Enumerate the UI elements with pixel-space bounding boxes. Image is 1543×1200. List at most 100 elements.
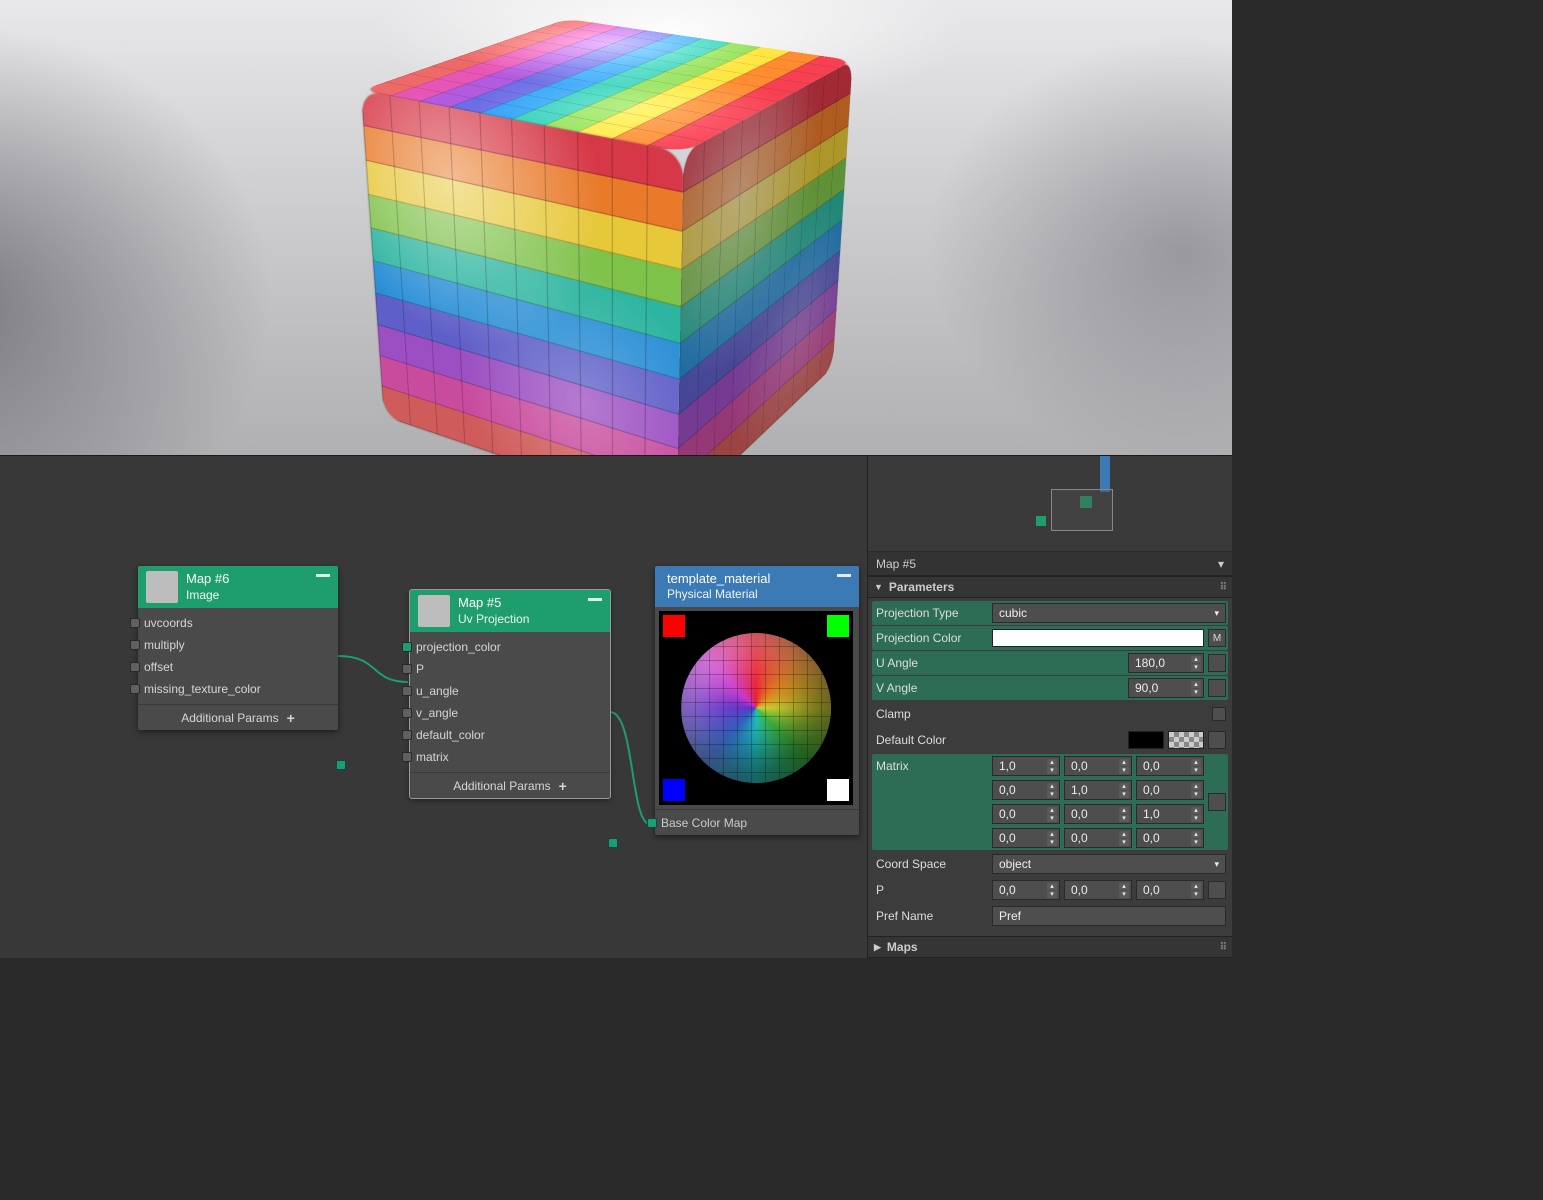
arrow-up-icon[interactable]: ▴ bbox=[1191, 831, 1201, 838]
arrow-down-icon[interactable]: ▾ bbox=[1191, 891, 1201, 898]
material-slot-row[interactable]: Base Color Map bbox=[655, 809, 859, 835]
arrow-up-icon[interactable]: ▴ bbox=[1047, 883, 1057, 890]
map-slot-button[interactable] bbox=[1208, 654, 1226, 672]
node-header[interactable]: Map #6 Image bbox=[138, 566, 338, 608]
param-label: Pref Name bbox=[874, 909, 992, 923]
matrix-spinner[interactable]: 1,0▴▾ bbox=[1064, 780, 1132, 800]
output-socket[interactable] bbox=[608, 838, 618, 848]
p-spinner[interactable]: 0,0▴▾ bbox=[1136, 880, 1204, 900]
input-socket[interactable] bbox=[130, 640, 140, 650]
input-socket[interactable] bbox=[402, 730, 412, 740]
arrow-down-icon[interactable]: ▾ bbox=[1119, 791, 1129, 798]
map-slot-button[interactable] bbox=[1208, 679, 1226, 697]
projection-type-dropdown[interactable]: cubic ▾ bbox=[992, 603, 1226, 623]
output-socket[interactable] bbox=[336, 760, 346, 770]
projection-color-swatch[interactable] bbox=[992, 629, 1204, 647]
input-socket[interactable] bbox=[647, 818, 657, 828]
u-angle-spinner[interactable]: 180,0▴▾ bbox=[1128, 653, 1204, 673]
arrow-up-icon[interactable]: ▴ bbox=[1047, 831, 1057, 838]
node-material[interactable]: template_material Physical Material Base… bbox=[655, 566, 859, 835]
param-label: u_angle bbox=[416, 684, 459, 698]
arrow-down-icon[interactable]: ▾ bbox=[1047, 839, 1057, 846]
pref-name-input[interactable]: Pref bbox=[992, 906, 1226, 926]
collapse-icon[interactable] bbox=[316, 574, 330, 577]
arrow-down-icon[interactable]: ▾ bbox=[1191, 689, 1201, 696]
p-spinner[interactable]: 0,0▴▾ bbox=[992, 880, 1060, 900]
arrow-up-icon[interactable]: ▴ bbox=[1119, 807, 1129, 814]
arrow-down-icon[interactable]: ▾ bbox=[1119, 839, 1129, 846]
matrix-spinner[interactable]: 0,0▴▾ bbox=[1136, 780, 1204, 800]
map-slot-button[interactable] bbox=[1208, 881, 1226, 899]
arrow-up-icon[interactable]: ▴ bbox=[1119, 831, 1129, 838]
arrow-down-icon[interactable]: ▾ bbox=[1119, 815, 1129, 822]
arrow-up-icon[interactable]: ▴ bbox=[1119, 883, 1129, 890]
matrix-spinner[interactable]: 0,0▴▾ bbox=[1136, 756, 1204, 776]
matrix-spinner[interactable]: 0,0▴▾ bbox=[992, 828, 1060, 848]
input-socket[interactable] bbox=[402, 752, 412, 762]
minimap[interactable] bbox=[868, 456, 1232, 552]
matrix-spinner[interactable]: 0,0▴▾ bbox=[1136, 828, 1204, 848]
arrow-down-icon[interactable]: ▾ bbox=[1191, 664, 1201, 671]
spinner-value: 0,0 bbox=[999, 783, 1016, 797]
arrow-down-icon[interactable]: ▾ bbox=[1047, 791, 1057, 798]
node-image[interactable]: Map #6 Image uvcoords multiply offset mi… bbox=[138, 566, 338, 730]
collapse-icon[interactable] bbox=[837, 574, 851, 577]
clamp-checkbox[interactable] bbox=[1212, 707, 1226, 721]
default-color-swatch[interactable] bbox=[1128, 731, 1164, 749]
input-socket[interactable] bbox=[130, 662, 140, 672]
default-color-alpha-swatch[interactable] bbox=[1168, 731, 1204, 749]
node-uv-projection[interactable]: Map #5 Uv Projection projection_color P … bbox=[410, 590, 610, 798]
map-selector-dropdown[interactable]: Map #5 ▾ bbox=[868, 552, 1232, 576]
input-socket[interactable] bbox=[130, 618, 140, 628]
coord-space-dropdown[interactable]: object ▾ bbox=[992, 854, 1226, 874]
grip-icon: ⠿ bbox=[1220, 942, 1226, 953]
p-spinner[interactable]: 0,0▴▾ bbox=[1064, 880, 1132, 900]
arrow-up-icon[interactable]: ▴ bbox=[1191, 759, 1201, 766]
map-slot-button[interactable] bbox=[1208, 793, 1226, 811]
arrow-up-icon[interactable]: ▴ bbox=[1191, 656, 1201, 663]
arrow-down-icon[interactable]: ▾ bbox=[1191, 767, 1201, 774]
map-slot-button[interactable] bbox=[1208, 731, 1226, 749]
arrow-up-icon[interactable]: ▴ bbox=[1191, 783, 1201, 790]
arrow-up-icon[interactable]: ▴ bbox=[1191, 883, 1201, 890]
node-graph-canvas[interactable]: Map #6 Image uvcoords multiply offset mi… bbox=[0, 456, 867, 958]
input-socket[interactable] bbox=[402, 708, 412, 718]
matrix-spinner[interactable]: 0,0▴▾ bbox=[1064, 804, 1132, 824]
node-header[interactable]: Map #5 Uv Projection bbox=[410, 590, 610, 632]
arrow-up-icon[interactable]: ▴ bbox=[1119, 759, 1129, 766]
arrow-down-icon[interactable]: ▾ bbox=[1047, 891, 1057, 898]
arrow-up-icon[interactable]: ▴ bbox=[1047, 807, 1057, 814]
arrow-up-icon[interactable]: ▴ bbox=[1119, 783, 1129, 790]
arrow-down-icon[interactable]: ▾ bbox=[1191, 791, 1201, 798]
matrix-spinner[interactable]: 0,0 ▴▾ bbox=[992, 780, 1060, 800]
arrow-down-icon[interactable]: ▾ bbox=[1119, 891, 1129, 898]
arrow-up-icon[interactable]: ▴ bbox=[1191, 807, 1201, 814]
arrow-down-icon[interactable]: ▾ bbox=[1119, 767, 1129, 774]
input-socket[interactable] bbox=[402, 642, 412, 652]
arrow-up-icon[interactable]: ▴ bbox=[1047, 783, 1057, 790]
v-angle-spinner[interactable]: 90,0▴▾ bbox=[1128, 678, 1204, 698]
input-socket[interactable] bbox=[402, 664, 412, 674]
rollout-parameters-header[interactable]: ▼ Parameters ⠿ bbox=[868, 576, 1232, 598]
arrow-up-icon[interactable]: ▴ bbox=[1047, 759, 1057, 766]
rollout-parameters-body: Projection Type cubic ▾ Projection Color… bbox=[868, 598, 1232, 936]
additional-params-button[interactable]: Additional Params + bbox=[138, 704, 338, 730]
matrix-spinner[interactable]: 0,0▴▾ bbox=[1064, 828, 1132, 848]
input-socket[interactable] bbox=[402, 686, 412, 696]
input-socket[interactable] bbox=[130, 684, 140, 694]
arrow-down-icon[interactable]: ▾ bbox=[1047, 815, 1057, 822]
matrix-spinner[interactable]: 0,0▴▾ bbox=[992, 804, 1060, 824]
collapse-icon[interactable] bbox=[588, 598, 602, 601]
viewport[interactable] bbox=[0, 0, 1232, 455]
arrow-down-icon[interactable]: ▾ bbox=[1047, 767, 1057, 774]
matrix-spinner[interactable]: 1,0▴▾ bbox=[1136, 804, 1204, 824]
arrow-down-icon[interactable]: ▾ bbox=[1191, 839, 1201, 846]
rollout-maps-header[interactable]: ▶ Maps ⠿ bbox=[868, 936, 1232, 958]
matrix-spinner[interactable]: 0,0▴▾ bbox=[1064, 756, 1132, 776]
node-header[interactable]: template_material Physical Material bbox=[655, 566, 859, 607]
additional-params-button[interactable]: Additional Params + bbox=[410, 772, 610, 798]
map-toggle-button[interactable]: M bbox=[1208, 629, 1226, 647]
matrix-spinner[interactable]: 1,0▴▾ bbox=[992, 756, 1060, 776]
arrow-up-icon[interactable]: ▴ bbox=[1191, 681, 1201, 688]
arrow-down-icon[interactable]: ▾ bbox=[1191, 815, 1201, 822]
